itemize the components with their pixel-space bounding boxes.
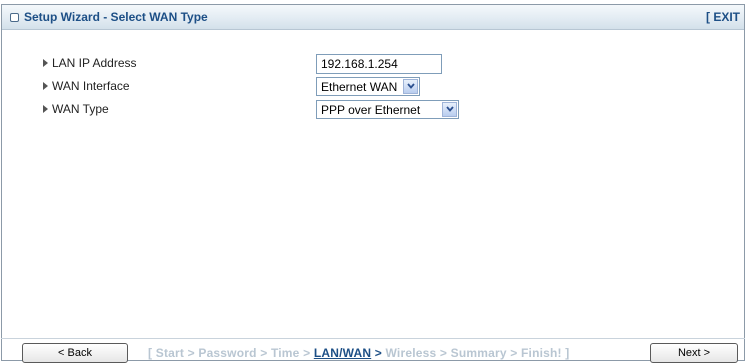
footer-divider xyxy=(1,338,745,339)
wan-type-row: WAN Type PPP over Ethernet xyxy=(2,100,744,119)
bullet-arrow-icon xyxy=(43,105,48,113)
exit-link[interactable]: [ EXIT xyxy=(706,10,740,24)
step-time: Time xyxy=(270,346,300,360)
chevron-down-icon xyxy=(407,83,415,89)
wan-type-label: WAN Type xyxy=(43,102,109,116)
bullet-arrow-icon xyxy=(43,82,48,90)
wan-interface-row: WAN Interface Ethernet WAN xyxy=(2,77,744,96)
bullet-arrow-icon xyxy=(43,59,48,67)
page-title: Setup Wizard - Select WAN Type xyxy=(24,10,208,24)
wan-interface-select[interactable]: Ethernet WAN xyxy=(316,77,420,96)
step-lan-wan: LAN/WAN xyxy=(313,346,372,360)
step-summary: Summary xyxy=(450,346,507,360)
next-button[interactable]: Next > xyxy=(650,343,738,363)
step-password: Password xyxy=(198,346,257,360)
lan-ip-label: LAN IP Address xyxy=(43,56,137,70)
wan-type-value: PPP over Ethernet xyxy=(321,103,421,117)
wizard-panel: Setup Wizard - Select WAN Type [ EXIT LA… xyxy=(1,4,745,361)
window-icon xyxy=(10,13,19,22)
chevron-down-icon xyxy=(446,106,454,112)
dropdown-button[interactable] xyxy=(442,102,457,117)
wan-interface-label: WAN Interface xyxy=(43,79,130,93)
back-button[interactable]: < Back xyxy=(22,343,128,363)
wan-interface-value: Ethernet WAN xyxy=(321,80,398,94)
wizard-steps: [ Start > Password > Time > LAN/WAN > Wi… xyxy=(148,346,570,360)
wizard-header: Setup Wizard - Select WAN Type [ EXIT xyxy=(2,5,744,30)
lan-ip-row: LAN IP Address xyxy=(2,54,744,74)
lan-ip-input[interactable] xyxy=(316,54,442,74)
step-wireless: Wireless xyxy=(385,346,437,360)
step-start: Start xyxy=(155,346,185,360)
wan-type-select[interactable]: PPP over Ethernet xyxy=(316,100,459,119)
dropdown-button[interactable] xyxy=(403,79,418,94)
step-finish: Finish! xyxy=(521,346,562,360)
